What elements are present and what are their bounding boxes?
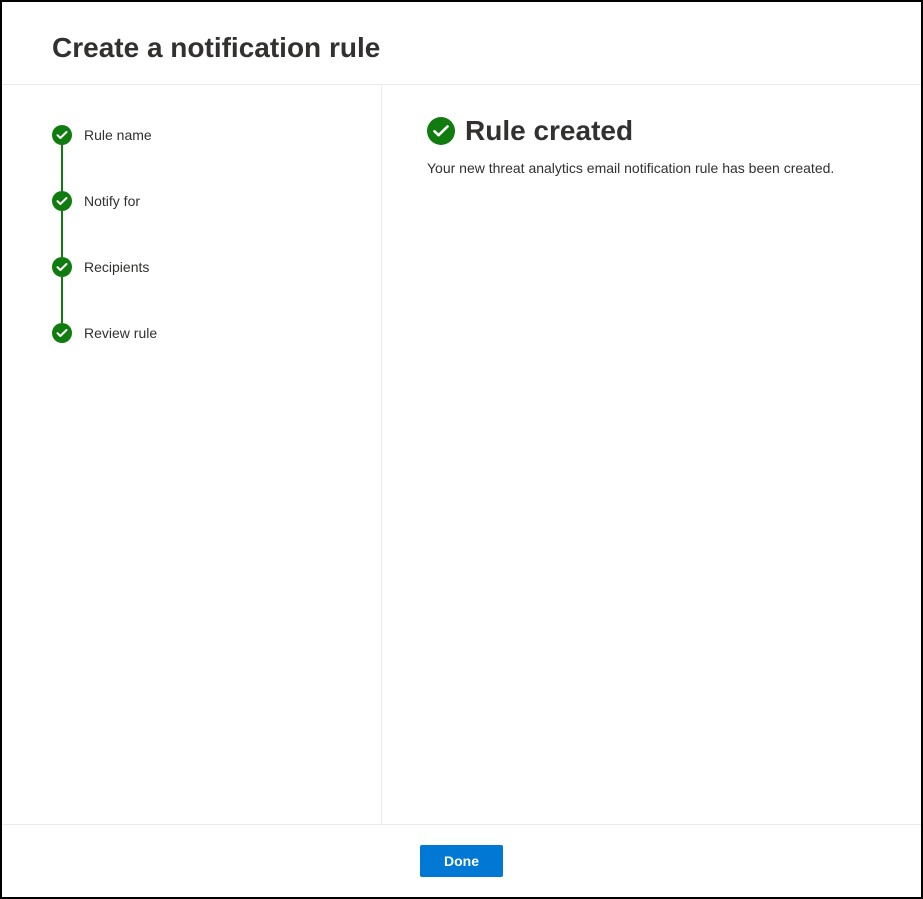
wizard-step-review-rule[interactable]: Review rule [52, 323, 331, 343]
wizard-step-rule-name[interactable]: Rule name [52, 125, 331, 191]
dialog-title: Create a notification rule [52, 32, 871, 64]
wizard-step-connector [61, 211, 63, 257]
dialog-body: Rule name Notify for Recipients [2, 85, 921, 824]
dialog-footer: Done [2, 824, 921, 897]
wizard-sidebar: Rule name Notify for Recipients [2, 85, 382, 824]
result-title: Rule created [465, 115, 633, 147]
wizard-step-label: Rule name [84, 127, 152, 143]
wizard-step-notify-for[interactable]: Notify for [52, 191, 331, 257]
success-check-icon [427, 117, 455, 145]
wizard-step-recipients[interactable]: Recipients [52, 257, 331, 323]
main-content: Rule created Your new threat analytics e… [382, 85, 921, 824]
wizard-step-connector [61, 277, 63, 323]
check-circle-icon [52, 125, 72, 145]
wizard-step-label: Review rule [84, 325, 157, 341]
wizard-step-label: Notify for [84, 193, 140, 209]
wizard-step-connector [61, 145, 63, 191]
check-circle-icon [52, 323, 72, 343]
result-header: Rule created [427, 115, 876, 147]
wizard-steps: Rule name Notify for Recipients [52, 125, 331, 343]
result-description: Your new threat analytics email notifica… [427, 159, 876, 179]
check-circle-icon [52, 191, 72, 211]
dialog-header: Create a notification rule [2, 2, 921, 85]
done-button[interactable]: Done [420, 845, 503, 877]
create-notification-rule-dialog: Create a notification rule Rule name Not… [0, 0, 923, 899]
wizard-step-label: Recipients [84, 259, 149, 275]
check-circle-icon [52, 257, 72, 277]
